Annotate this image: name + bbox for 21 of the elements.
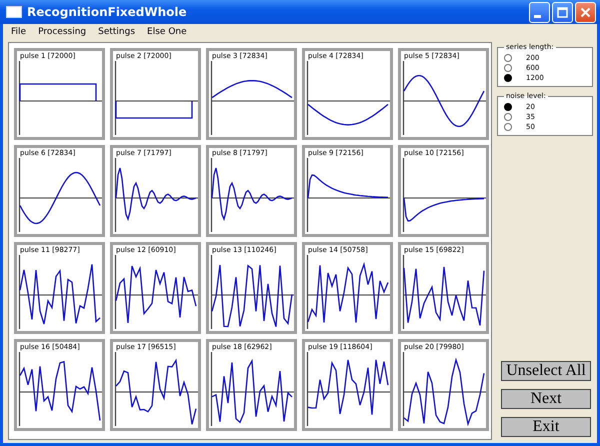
radio-button[interactable] [504,123,512,131]
radio-button[interactable] [504,113,512,121]
radio-button[interactable] [504,64,512,72]
maximize-icon [557,6,568,18]
menu-item[interactable]: Settings [92,27,142,37]
minimize-button[interactable] [529,2,550,22]
radio-button[interactable] [504,103,512,111]
radio-button[interactable] [504,74,512,82]
app-icon [6,6,22,18]
close-icon [580,6,591,18]
menu-item[interactable]: Else One [141,27,193,37]
radio-button[interactable] [504,54,512,62]
close-button[interactable] [575,2,596,22]
action-button[interactable]: Exit [501,417,591,437]
action-button[interactable]: Next [501,389,591,409]
minimize-icon [534,14,541,18]
menu-item[interactable]: File [5,27,32,37]
maximize-button[interactable] [552,2,573,22]
menu-item[interactable]: Processing [32,27,92,37]
action-button[interactable]: Unselect All [501,361,591,381]
window-title: RecognitionFixedWhole [27,5,188,19]
